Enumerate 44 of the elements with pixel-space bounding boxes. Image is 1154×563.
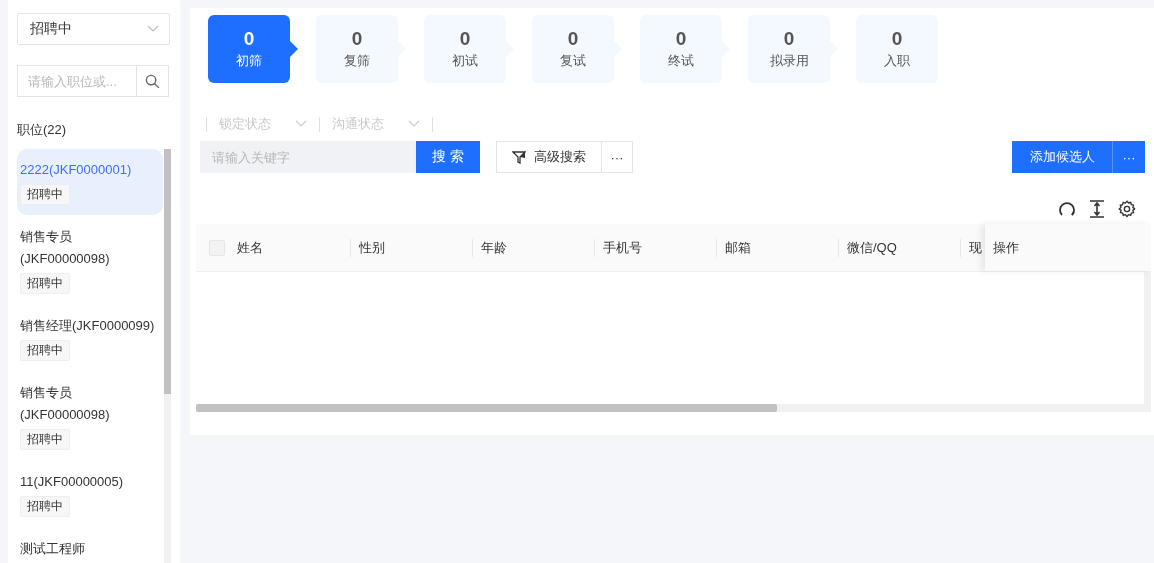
filter-icon: [512, 150, 526, 164]
refresh-icon[interactable]: [1058, 200, 1076, 218]
position-title: 销售专员(JKF00000098): [20, 384, 111, 424]
column-header: 姓名: [237, 239, 263, 255]
column-header: 微信/QQ: [847, 239, 897, 255]
search-button[interactable]: [137, 65, 169, 97]
status-select[interactable]: 招聘中: [17, 13, 170, 45]
status-tag: 招聘中: [20, 340, 70, 361]
position-item[interactable]: 2222(JKF0000001) 招聘中: [17, 149, 163, 215]
stage-tab[interactable]: 0 入职: [856, 15, 938, 83]
column-header: 操作: [993, 238, 1019, 257]
status-tag: 招聘中: [20, 273, 70, 294]
position-item[interactable]: 测试工程师: [17, 528, 163, 563]
chevron-down-icon: [295, 120, 307, 128]
position-item[interactable]: 销售专员(JKF00000098) 招聘中: [17, 372, 163, 460]
column-header: 性别: [359, 239, 385, 255]
position-title: 销售专员(JKF00000098): [20, 228, 111, 268]
position-title: 销售经理(JKF0000099): [20, 317, 155, 335]
status-tag: 招聘中: [20, 184, 70, 205]
column-header: 现: [969, 239, 982, 255]
row-height-icon[interactable]: [1089, 200, 1105, 218]
chevron-down-icon: [147, 25, 159, 33]
position-item[interactable]: 11(JKF00000005) 招聘中: [17, 461, 163, 527]
chevron-down-icon: [408, 120, 420, 128]
column-header: 邮箱: [725, 239, 751, 255]
more-button[interactable]: ···: [1113, 141, 1145, 173]
position-title: 2222(JKF0000001): [20, 161, 132, 179]
search-button[interactable]: 搜 索: [416, 141, 480, 173]
add-candidate-button[interactable]: 添加候选人: [1012, 141, 1113, 173]
search-icon: [145, 73, 160, 89]
position-item[interactable]: 销售专员(JKF00000098) 招聘中: [17, 216, 163, 304]
position-search-field[interactable]: 请输入职位或...: [17, 65, 137, 97]
position-count-heading: 职位(22): [17, 121, 68, 139]
position-title: 11(JKF00000005): [20, 473, 124, 491]
status-tag: 招聘中: [20, 496, 70, 517]
stage-pointer: [290, 41, 298, 57]
column-header: 手机号: [603, 239, 642, 255]
position-item[interactable]: 销售经理(JKF0000099) 招聘中: [17, 305, 163, 371]
scrollbar-thumb[interactable]: [164, 149, 171, 394]
status-tag: 招聘中: [20, 429, 70, 450]
column-header: 年龄: [481, 239, 507, 255]
position-title: 测试工程师: [20, 540, 85, 558]
scrollbar-thumb[interactable]: [196, 404, 777, 412]
settings-icon[interactable]: [1118, 200, 1136, 218]
